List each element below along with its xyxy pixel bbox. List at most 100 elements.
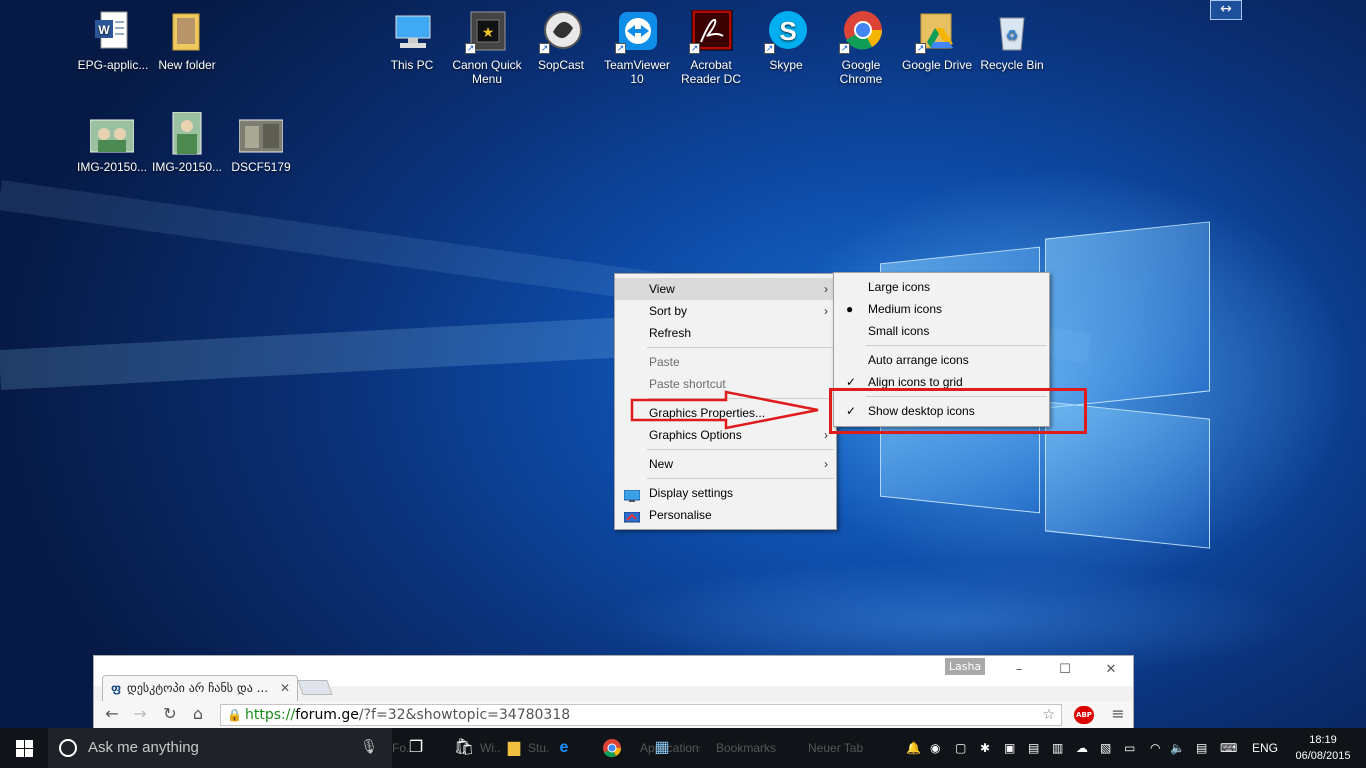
desktop-icon-new-folder[interactable]: New folder [150,10,224,72]
taskbar-item[interactable]: Applications [640,728,700,768]
desktop-icon-label: IMG-20150... [76,160,148,174]
tray-app-icon[interactable]: ▣ [1004,728,1015,768]
desktop-icon-label: New folder [158,58,216,72]
clock[interactable]: 18:19 06/08/2015 [1288,732,1358,764]
desktop-icon-image[interactable]: IMG-20150... [75,112,149,174]
desktop-icon-chrome[interactable]: ↗ Google Chrome [824,10,898,86]
desktop-icon-canon[interactable]: ★ ↗ Canon Quick Menu [450,10,524,86]
desktop-icon-label: This PC [390,58,434,72]
edge-icon[interactable]: e [550,734,578,762]
tab-close-icon[interactable]: ✕ [280,676,290,700]
acrobat-icon: ↗ [689,9,733,54]
menu-item-label: Personalise [649,508,712,522]
url-path: /?f=32&showtopic=34780318 [358,707,571,723]
forward-icon[interactable]: → [130,704,150,724]
favicon-icon: ფ [111,681,122,695]
profile-button[interactable]: Lasha [945,658,985,675]
volume-icon[interactable]: 🔈 [1170,728,1185,768]
adblock-icon[interactable]: ABP [1074,706,1094,724]
desktop-icon-sopcast[interactable]: ↗ SopCast [524,10,598,72]
cortana-search-box[interactable]: Ask me anything 🎙 [48,728,392,768]
tray-chrome-icon[interactable]: ◉ [930,728,940,768]
desktop-icon-this-pc[interactable]: This PC [375,10,449,72]
desktop-icon-acrobat[interactable]: ↗ Acrobat Reader DC [674,9,748,86]
desktop-icon-image[interactable]: DSCF5179 [224,112,298,174]
annotation-highlight-box [829,388,1087,434]
desktop-icon-recycle-bin[interactable]: ♻ Recycle Bin [975,10,1049,72]
taskbar-item[interactable]: Wi... [480,728,500,768]
teamviewer-icon: ↗ [615,10,659,54]
menu-item-label: View [649,282,675,296]
chevron-right-icon: › [824,282,828,296]
taskbar-item[interactable]: Bookmarks [716,728,796,768]
taskbar-item[interactable]: Neuer Tab [808,728,880,768]
maximize-button[interactable]: ☐ [1050,660,1080,680]
minimize-button[interactable]: – [1004,660,1034,680]
battery-icon[interactable]: ▭ [1124,728,1135,768]
action-center-icon[interactable]: ▤ [1196,728,1207,768]
microphone-icon[interactable]: 🎙 [360,738,378,755]
onedrive-icon[interactable]: ☁ [1076,728,1088,768]
desktop-icon-label: Acrobat Reader DC [680,58,742,86]
menu-item-refresh[interactable]: Refresh [615,322,836,344]
radio-dot-icon: ● [846,302,854,316]
address-bar[interactable]: 🔒 https://forum.ge/?f=32&showtopic=34780… [220,704,1062,726]
desktop-icon-label: Google Drive [901,58,973,72]
resize-icon[interactable]: ↔ [1210,0,1242,20]
menu-separator [647,478,834,479]
new-tab-button[interactable] [297,680,333,695]
desktop-icon-image[interactable]: IMG-20150... [150,111,224,174]
menu-item-personalise[interactable]: Personalise [615,504,836,526]
taskbar-item[interactable]: Stu... [528,728,550,768]
tray-app-icon[interactable]: ▤ [1028,728,1039,768]
bookmark-star-icon[interactable]: ☆ [1042,705,1055,725]
start-button[interactable] [0,728,48,768]
menu-icon[interactable]: ≡ [1108,704,1128,724]
cortana-icon [59,739,77,757]
desktop-icon-google-drive[interactable]: ↗ Google Drive [900,10,974,72]
close-button[interactable]: ✕ [1096,660,1126,680]
menu-item-new[interactable]: New › [615,453,836,475]
keyboard-icon[interactable]: ⌨ [1220,728,1237,768]
language-indicator[interactable]: ENG [1252,728,1278,768]
menu-item-medium-icons[interactable]: ● Medium icons [834,298,1049,320]
bluetooth-icon[interactable]: ✱ [980,728,990,768]
desktop-icon-word-document[interactable]: W EPG-applic... [76,10,150,72]
image-icon [165,111,209,156]
taskbar: Ask me anything 🎙 ❐ 🛍 ▆ e ▦ Fo... Wi... … [0,728,1366,768]
shortcut-arrow-icon: ↗ [539,43,550,54]
desktop-icon-teamviewer[interactable]: ↗ TeamViewer 10 [600,10,674,86]
store-icon[interactable]: 🛍 [450,734,478,762]
menu-item-label: Medium icons [868,302,943,316]
home-icon[interactable]: ⌂ [188,704,208,724]
tray-app-icon[interactable]: ▥ [1052,728,1063,768]
url-scheme: https:// [245,707,296,723]
shortcut-arrow-icon: ↗ [465,43,476,54]
tray-notification-icon[interactable]: 🔔 [906,728,921,768]
lock-icon: 🔒 [227,708,242,722]
menu-item-label: Display settings [649,486,734,500]
chrome-taskbar-icon[interactable] [598,734,626,762]
chrome-icon: ↗ [839,10,883,54]
shortcut-arrow-icon: ↗ [689,43,700,54]
menu-item-auto-arrange[interactable]: Auto arrange icons [834,349,1049,371]
menu-item-display-settings[interactable]: Display settings [615,482,836,504]
menu-item-small-icons[interactable]: Small icons [834,320,1049,342]
menu-item-view[interactable]: View › [615,278,836,300]
shortcut-arrow-icon: ↗ [839,43,850,54]
menu-item-large-icons[interactable]: Large icons [834,276,1049,298]
tray-sticky-icon[interactable]: ▢ [955,728,966,768]
taskbar-item[interactable]: Fo... [392,728,412,768]
reload-icon[interactable]: ↻ [160,704,180,724]
file-explorer-icon[interactable]: ▆ [500,734,528,762]
url-host: forum.ge [295,707,359,723]
tray-app-icon[interactable]: ▧ [1100,728,1111,768]
desktop-icon-skype[interactable]: S ↗ Skype [749,10,823,72]
wifi-icon[interactable]: ◠ [1150,728,1160,768]
svg-text:♻: ♻ [1006,27,1019,43]
menu-item-label: Refresh [649,326,692,340]
browser-tab[interactable]: ფ დესკტოპი არ ჩანს და ... ✕ [102,675,298,701]
menu-item-sort-by[interactable]: Sort by › [615,300,836,322]
menu-item-label: Sort by [649,304,688,318]
back-icon[interactable]: ← [102,704,122,724]
